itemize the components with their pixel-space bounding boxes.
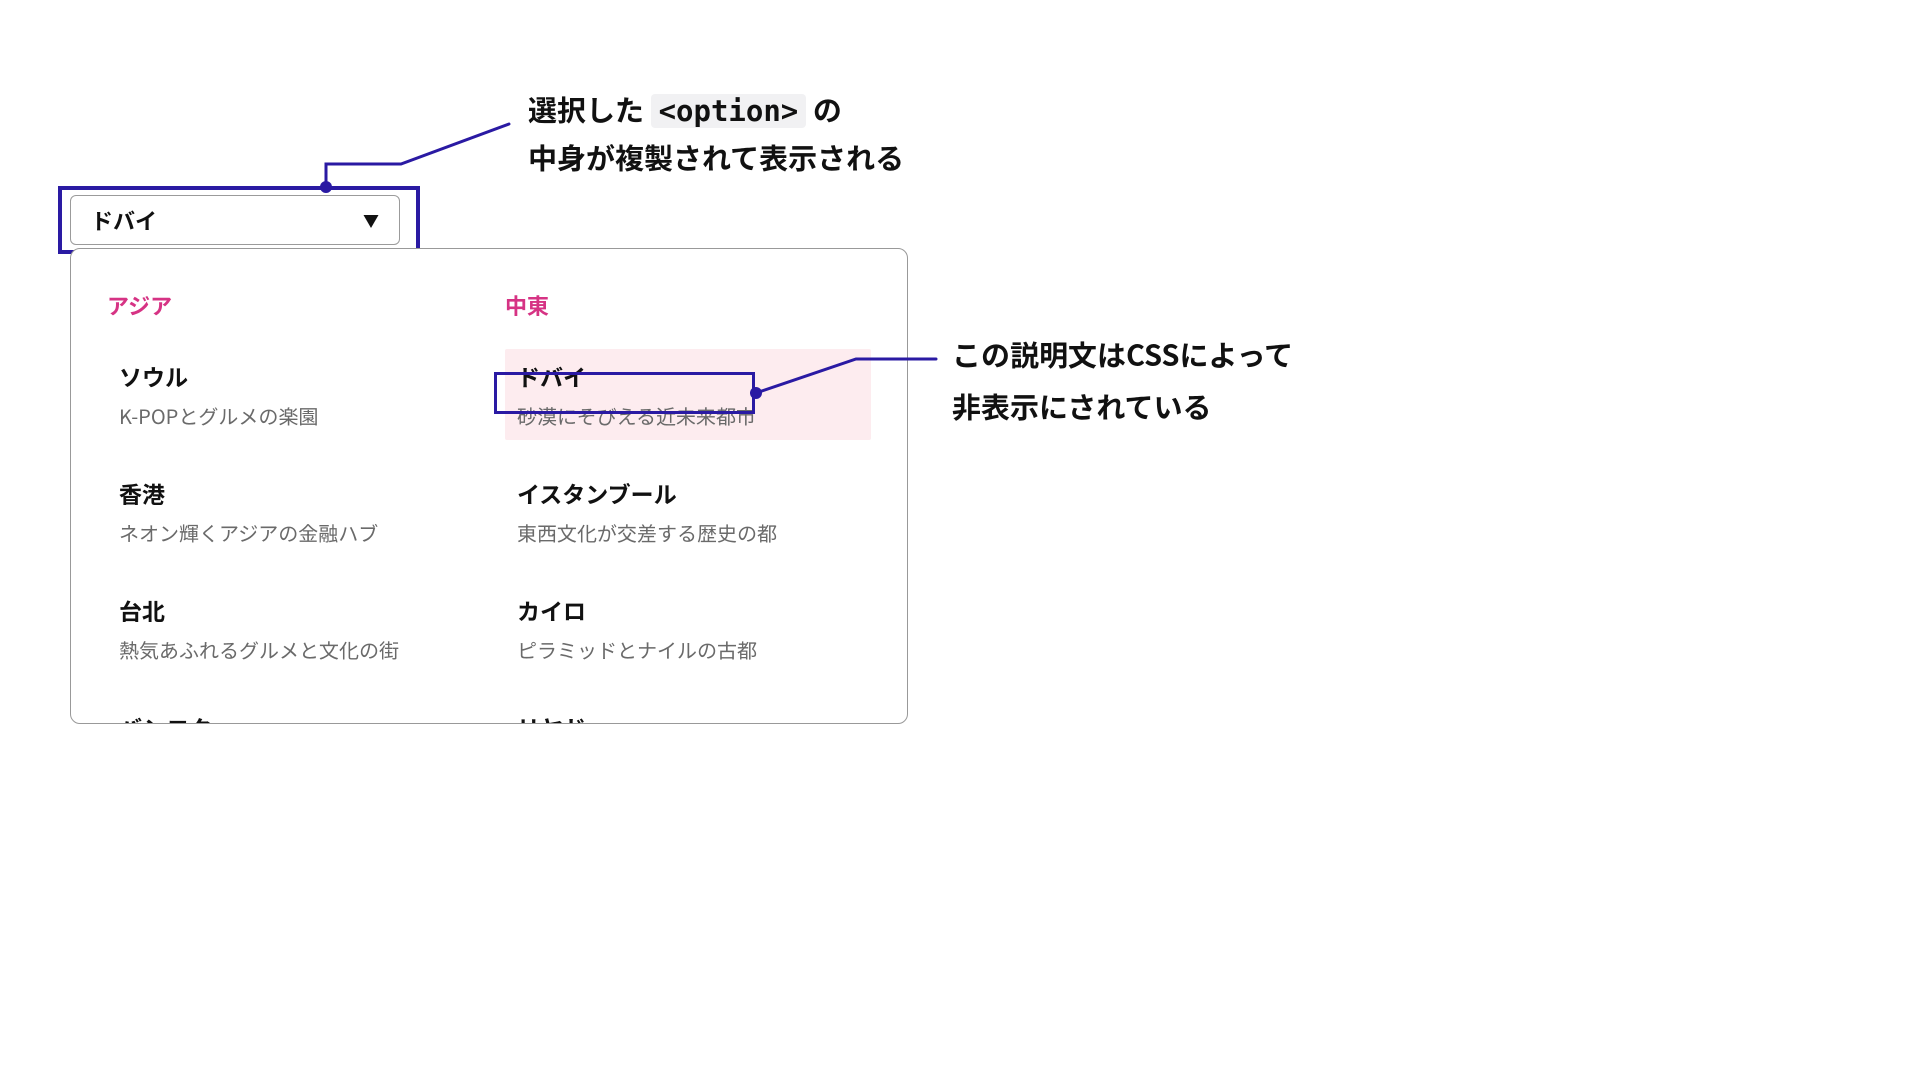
description-highlight-box xyxy=(494,372,755,414)
option-desc: 東西文化が交差する歴史の都 xyxy=(517,518,859,547)
dropdown-column-middleeast: 中東 ドバイ 砂漠にそびえる近未来都市 イスタンブール 東西文化が交差する歴史の… xyxy=(489,289,887,723)
option-name: ソウル xyxy=(119,359,461,393)
annotation-code-chip: <option> xyxy=(651,94,807,128)
annotation-top-line2: 中身が複製されて表示される xyxy=(528,134,904,180)
annotation-connector-top xyxy=(326,124,509,189)
annotation-right-line1: この説明文はCSSによって xyxy=(952,328,1293,380)
option-name: 台北 xyxy=(119,593,461,627)
option-seoul[interactable]: ソウル K-POPとグルメの楽園 xyxy=(107,349,473,440)
option-desc: K-POPとグルメの楽園 xyxy=(119,401,461,430)
group-label: アジア xyxy=(107,289,473,321)
annotation-top-line1-suffix: の xyxy=(806,88,842,130)
caret-down-icon: ▼ xyxy=(363,208,379,232)
option-name: バンコク xyxy=(119,710,461,724)
annotation-right-line2: 非表示にされている xyxy=(952,380,1293,432)
option-taipei[interactable]: 台北 熱気あふれるグルメと文化の街 xyxy=(107,583,473,674)
option-bangkok[interactable]: バンコク エキゾチックな寺院巡りが楽しい xyxy=(107,700,473,724)
option-desc: ネオン輝くアジアの金融ハブ xyxy=(119,518,461,547)
select-selected-label: ドバイ xyxy=(91,204,157,236)
option-name: カイロ xyxy=(517,593,859,627)
option-name: リヤド xyxy=(517,710,859,724)
annotation-right: この説明文はCSSによって 非表示にされている xyxy=(952,328,1293,432)
select-control[interactable]: ドバイ ▼ xyxy=(70,195,400,245)
group-label: 中東 xyxy=(505,289,871,321)
option-desc: ピラミッドとナイルの古都 xyxy=(517,635,859,664)
option-desc: 熱気あふれるグルメと文化の街 xyxy=(119,635,461,664)
option-name: イスタンブール xyxy=(517,476,859,510)
annotation-top-line1-prefix: 選択した xyxy=(528,88,651,130)
dropdown-panel: アジア ソウル K-POPとグルメの楽園 香港 ネオン輝くアジアの金融ハブ 台北… xyxy=(70,248,908,724)
option-hongkong[interactable]: 香港 ネオン輝くアジアの金融ハブ xyxy=(107,466,473,557)
option-name: 香港 xyxy=(119,476,461,510)
dropdown-column-asia: アジア ソウル K-POPとグルメの楽園 香港 ネオン輝くアジアの金融ハブ 台北… xyxy=(91,289,489,723)
option-istanbul[interactable]: イスタンブール 東西文化が交差する歴史の都 xyxy=(505,466,871,557)
annotation-top: 選択した <option> の 中身が複製されて表示される xyxy=(528,86,904,181)
option-riyadh[interactable]: リヤド 伝統と経済発展が共存するサウジの中心 xyxy=(505,700,871,724)
option-cairo[interactable]: カイロ ピラミッドとナイルの古都 xyxy=(505,583,871,674)
